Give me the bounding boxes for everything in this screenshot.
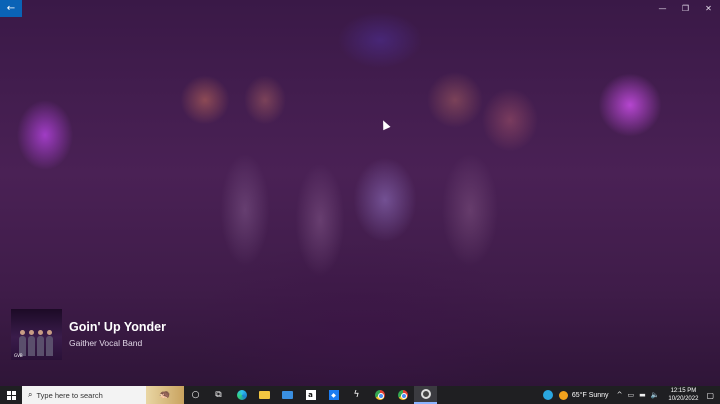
chrome-app-button-2[interactable] [391,386,414,404]
artist-name[interactable]: Gaither Vocal Band [69,338,142,348]
taskbar-search-box[interactable]: ⌕ Type here to search 🦔 [22,386,184,404]
search-placeholder: Type here to search [36,390,103,400]
band-member-figure [28,330,35,356]
window-controls: — ❐ ✕ [651,0,720,16]
amazon-icon: a [305,390,316,400]
globe-icon[interactable] [542,390,553,400]
mail-icon [282,391,293,399]
dropbox-icon: ◆ [328,390,339,400]
clock[interactable]: 12:15 PM 10/20/2022 [668,387,698,403]
sun-icon[interactable] [558,390,568,400]
notification-center-icon[interactable]: ▢ [706,391,714,400]
folder-icon [259,391,270,399]
edge-icon [236,390,247,400]
file-explorer-button[interactable] [253,386,276,404]
song-title: Goin' Up Yonder [69,320,166,334]
edge-app-button[interactable] [230,386,253,404]
taskbar: ⌕ Type here to search 🦔 ○ ⧉ a ◆ ϟ 65°F S… [0,386,720,404]
chrome-icon [374,390,385,400]
start-button[interactable] [0,386,22,404]
task-view-button[interactable]: ⧉ [207,386,230,404]
band-member-figure [46,330,53,356]
lightning-icon: ϟ [353,390,360,400]
mail-app-button[interactable] [276,386,299,404]
back-arrow-icon: ← [6,3,16,14]
back-button[interactable]: ← [0,0,22,17]
volume-icon[interactable]: 🔈 [651,391,660,399]
amazon-app-button[interactable]: a [299,386,322,404]
battery-icon[interactable]: ▬ [639,391,646,399]
minimize-button[interactable]: — [651,0,674,16]
chrome-icon [397,390,408,400]
band-member-figure [37,330,44,356]
weather-widget[interactable]: 65°F Sunny [572,392,609,399]
system-tray: 65°F Sunny ^ ▭ ▬ 🔈 12:15 PM 10/20/2022 ▢ [542,386,720,404]
restore-button[interactable]: ❐ [674,0,697,16]
groove-music-app-button[interactable] [414,386,437,404]
cortana-button[interactable]: ○ [184,386,207,404]
clock-time: 12:15 PM [670,388,697,394]
windows-logo-icon [6,390,16,400]
chrome-app-button[interactable] [368,386,391,404]
dropbox-app-button[interactable]: ◆ [322,386,345,404]
groove-music-icon [420,389,431,399]
close-button[interactable]: ✕ [697,0,720,16]
album-logo: GVB [14,353,23,358]
app-button[interactable]: ϟ [345,386,368,404]
search-highlight-image[interactable]: 🦔 [146,386,184,404]
search-icon: ⌕ [28,390,33,399]
network-icon[interactable]: ▭ [627,391,634,399]
album-art[interactable]: GVB [11,309,62,360]
chevron-up-icon[interactable]: ^ [617,391,623,399]
clock-date: 10/20/2022 [668,396,699,402]
